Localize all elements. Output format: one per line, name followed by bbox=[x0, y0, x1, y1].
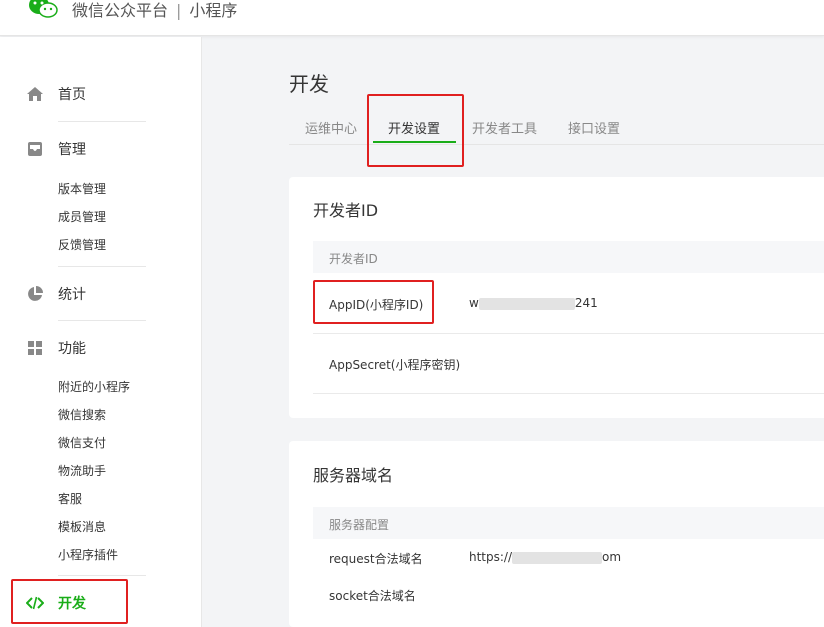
sidebar-sub-plugin[interactable]: 小程序插件 bbox=[58, 547, 118, 563]
sidebar-item-stats[interactable]: 统计 bbox=[26, 282, 86, 306]
table-header-label: 开发者ID bbox=[329, 252, 378, 266]
redacted-mask bbox=[478, 297, 575, 310]
tab-bar: 运维中心 开发设置 开发者工具 接口设置 bbox=[289, 110, 824, 145]
product-name: 小程序 bbox=[189, 1, 238, 20]
card-title: 开发者ID bbox=[313, 201, 379, 220]
row-divider bbox=[313, 393, 824, 394]
sidebar-sub-logistics[interactable]: 物流助手 bbox=[58, 463, 106, 479]
table-header: 开发者ID bbox=[313, 241, 824, 273]
sidebar-divider bbox=[58, 266, 146, 267]
sidebar-divider bbox=[58, 575, 146, 576]
sidebar-sub-members[interactable]: 成员管理 bbox=[58, 209, 106, 225]
request-prefix: https:// bbox=[469, 550, 513, 564]
appid-label: AppID(小程序ID) bbox=[329, 298, 424, 312]
table-header-label: 服务器配置 bbox=[329, 518, 390, 532]
sidebar-divider bbox=[58, 121, 146, 122]
appsecret-label: AppSecret(小程序密钥) bbox=[329, 358, 461, 372]
socket-domain-label: socket合法域名 bbox=[329, 589, 416, 603]
tab-dev-tools[interactable]: 开发者工具 bbox=[472, 118, 537, 137]
tab-api-settings[interactable]: 接口设置 bbox=[568, 118, 620, 137]
request-domain-value: https:// om bbox=[469, 550, 621, 564]
sidebar-sub-version[interactable]: 版本管理 bbox=[58, 181, 106, 197]
sidebar-item-dev[interactable]: 开发 bbox=[26, 591, 86, 615]
appid-value: w 241 bbox=[469, 296, 598, 310]
grid-icon bbox=[28, 341, 42, 355]
card-title: 服务器域名 bbox=[313, 466, 394, 485]
sidebar-sub-template[interactable]: 模板消息 bbox=[58, 519, 106, 535]
sidebar-item-label: 开发 bbox=[58, 596, 86, 612]
sidebar-item-label: 统计 bbox=[58, 287, 86, 303]
sidebar: 首页 管理 版本管理 成员管理 反馈管理 统计 功能 附近的小程序 微信搜索 微… bbox=[0, 37, 202, 627]
sidebar-sub-feedback[interactable]: 反馈管理 bbox=[58, 237, 106, 253]
sidebar-item-label: 管理 bbox=[58, 142, 86, 158]
sidebar-item-home[interactable]: 首页 bbox=[26, 82, 86, 106]
server-domain-card: 服务器域名 服务器配置 request合法域名 https:// om socke… bbox=[289, 441, 824, 627]
sidebar-sub-nearby[interactable]: 附近的小程序 bbox=[58, 379, 130, 395]
sidebar-sub-service[interactable]: 客服 bbox=[58, 491, 82, 507]
appid-prefix: w bbox=[469, 296, 479, 310]
inbox-icon bbox=[28, 142, 42, 156]
sidebar-sub-search[interactable]: 微信搜索 bbox=[58, 407, 106, 423]
page-title: 开发 bbox=[289, 72, 329, 96]
sidebar-item-label: 功能 bbox=[58, 341, 86, 357]
top-bar: 微信公众平台 | 小程序 bbox=[0, 0, 824, 36]
tab-ops-center[interactable]: 运维中心 bbox=[305, 118, 357, 137]
active-tab-indicator bbox=[373, 141, 456, 143]
appid-suffix: 241 bbox=[574, 296, 598, 310]
sidebar-item-features[interactable]: 功能 bbox=[26, 336, 86, 360]
brand-name: 微信公众平台 bbox=[72, 1, 169, 20]
pie-chart-icon bbox=[28, 286, 43, 301]
request-suffix: om bbox=[602, 550, 622, 564]
request-domain-label: request合法域名 bbox=[329, 552, 423, 566]
sidebar-divider bbox=[58, 320, 146, 321]
sidebar-sub-pay[interactable]: 微信支付 bbox=[58, 435, 106, 451]
wechat-logo-icon bbox=[29, 0, 58, 18]
brand-title[interactable]: 微信公众平台 | 小程序 bbox=[72, 0, 237, 22]
row-divider bbox=[313, 333, 824, 334]
sidebar-item-label: 首页 bbox=[58, 87, 86, 103]
brand-separator: | bbox=[176, 1, 182, 20]
code-icon bbox=[26, 596, 44, 610]
redacted-mask bbox=[512, 551, 603, 564]
tab-dev-settings[interactable]: 开发设置 bbox=[388, 118, 440, 137]
home-icon bbox=[27, 87, 43, 101]
sidebar-item-manage[interactable]: 管理 bbox=[26, 137, 86, 161]
developer-id-card: 开发者ID 开发者ID AppID(小程序ID) w 241 AppSecret(… bbox=[289, 177, 824, 418]
table-header: 服务器配置 bbox=[313, 507, 824, 539]
